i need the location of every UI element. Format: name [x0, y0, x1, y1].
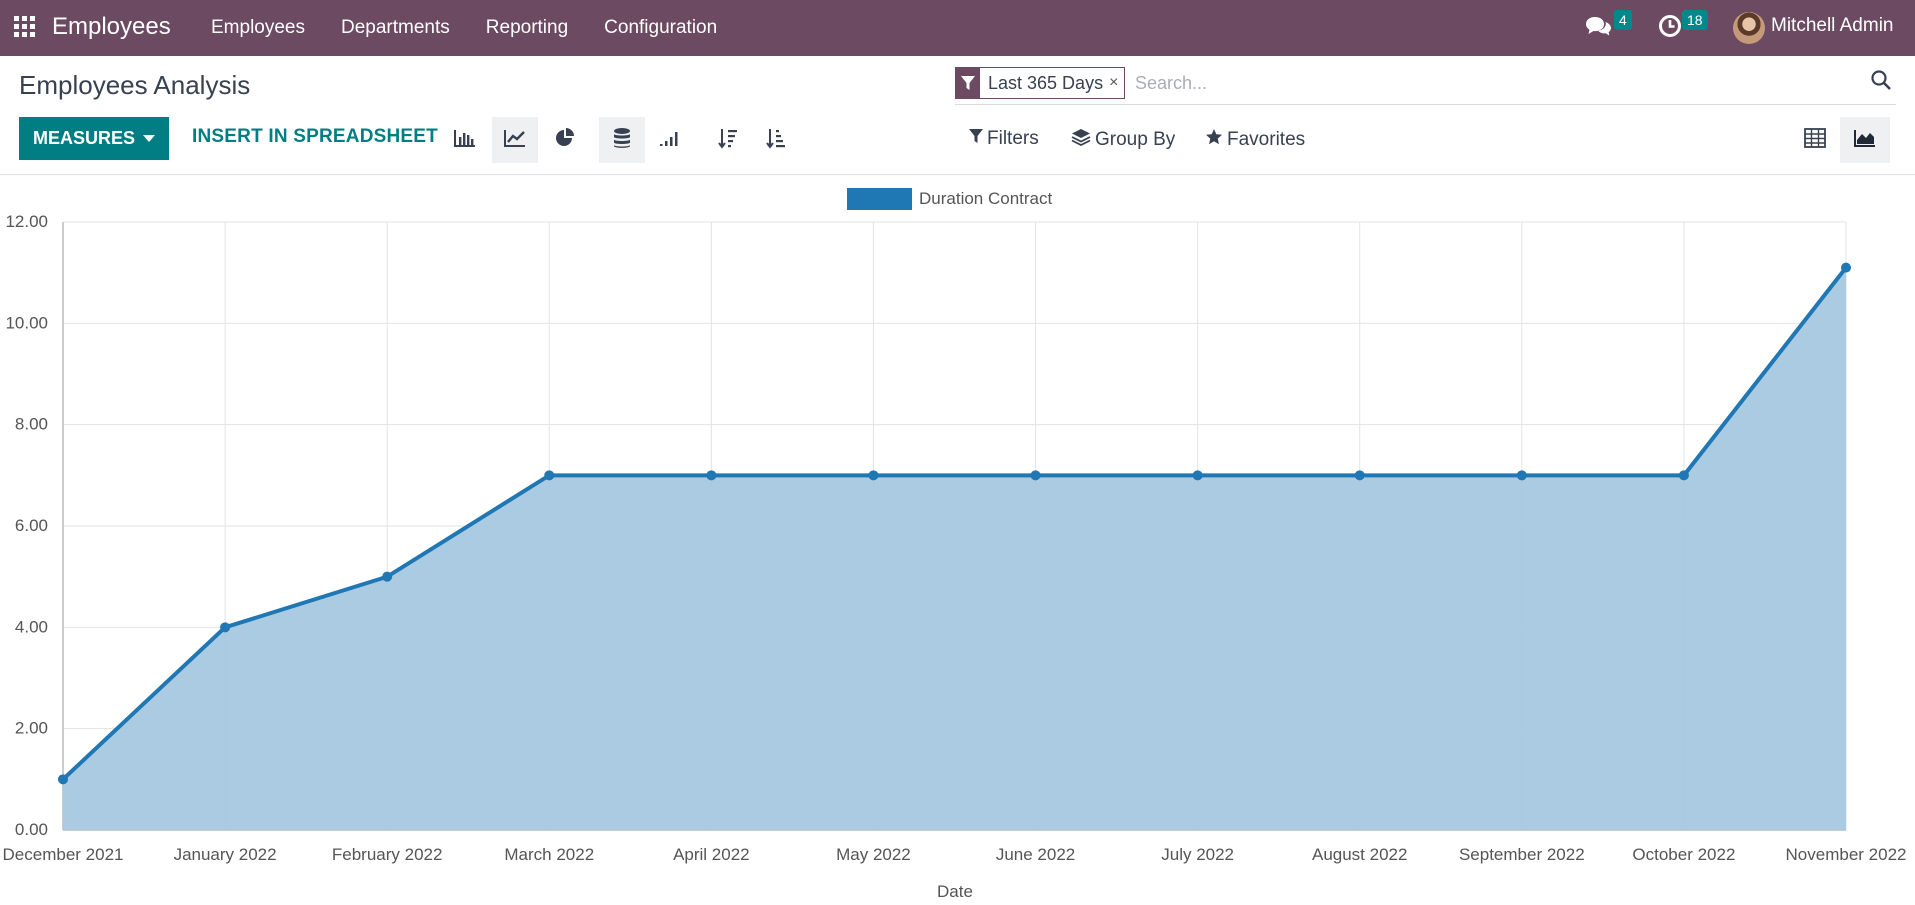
measures-button[interactable]: MEASURES [19, 117, 169, 160]
y-tick-label: 2.00 [15, 719, 48, 738]
favorites-label: Favorites [1227, 129, 1306, 150]
x-tick-label: November 2022 [1786, 845, 1907, 864]
legend-swatch[interactable] [847, 188, 912, 210]
data-point[interactable] [1354, 470, 1365, 481]
legend-label[interactable]: Duration Contract [919, 189, 1053, 208]
data-point[interactable] [58, 774, 68, 785]
search-input[interactable] [1133, 67, 1857, 99]
layers-icon [1071, 128, 1091, 152]
group-by-button[interactable]: Group By [1071, 128, 1175, 152]
favorites-button[interactable]: Favorites [1205, 128, 1305, 152]
sort-descending-button[interactable] [705, 117, 751, 163]
data-point[interactable] [706, 470, 717, 481]
table-grid-icon [1804, 127, 1826, 153]
data-point[interactable] [220, 622, 231, 633]
search-icon[interactable] [1870, 69, 1892, 96]
user-avatar[interactable] [1733, 12, 1765, 44]
search-facet-date[interactable]: Last 365 Days × [955, 67, 1126, 99]
facet-label: Last 365 Days [988, 73, 1104, 93]
sort-ascending-icon [765, 127, 787, 154]
app-title[interactable]: Employees [52, 13, 171, 41]
sort-ascending-button[interactable] [753, 117, 799, 163]
filter-icon [969, 128, 983, 150]
facet-remove-icon[interactable]: × [1109, 68, 1124, 98]
pie-chart-icon [554, 127, 576, 154]
graph-chart: 0.00 2.00 4.00 6.00 8.00 10.00 12.00 December … [3, 188, 1907, 901]
data-point[interactable] [1678, 470, 1689, 481]
x-tick-label: January 2022 [174, 845, 277, 864]
x-axis-title: Date [937, 882, 973, 901]
line-chart-button[interactable] [492, 117, 538, 163]
x-tick-label: July 2022 [1161, 845, 1234, 864]
y-tick-label: 12.00 [5, 212, 48, 231]
data-point[interactable] [544, 470, 555, 481]
cumulative-toggle-button[interactable] [647, 117, 693, 163]
star-icon [1205, 128, 1223, 152]
top-navbar: Employees Employees Departments Reportin… [0, 0, 1915, 56]
page-title: Employees Analysis [19, 70, 251, 100]
menu-item-configuration[interactable]: Configuration [586, 0, 735, 56]
x-tick-label: September 2022 [1459, 845, 1585, 864]
stacked-toggle-button[interactable] [599, 117, 645, 163]
menu-item-reporting[interactable]: Reporting [468, 0, 586, 56]
menu-item-employees[interactable]: Employees [193, 0, 323, 56]
y-tick-label: 4.00 [15, 617, 48, 636]
x-tick-label: May 2022 [836, 845, 911, 864]
data-point[interactable] [868, 470, 879, 481]
insert-in-spreadsheet-button[interactable]: INSERT IN SPREADSHEET [192, 126, 438, 148]
messages-badge: 4 [1614, 10, 1632, 30]
main-menu: Employees Departments Reporting Configur… [193, 0, 735, 56]
x-tick-label: August 2022 [1312, 845, 1407, 864]
activity-clock-icon[interactable] [1658, 14, 1682, 43]
sort-descending-icon [717, 127, 739, 154]
area-chart-icon [1853, 128, 1877, 153]
search-underline [955, 104, 1896, 105]
graph-view-button[interactable] [1840, 117, 1890, 163]
x-tick-label: December 2021 [3, 845, 124, 864]
line-chart-icon [503, 128, 527, 153]
data-point[interactable] [1192, 470, 1203, 481]
user-name[interactable]: Mitchell Admin [1771, 15, 1894, 37]
y-tick-label: 0.00 [15, 820, 48, 839]
menu-item-departments[interactable]: Departments [323, 0, 468, 56]
messages-icon[interactable] [1585, 14, 1613, 43]
data-point[interactable] [1030, 470, 1041, 481]
y-tick-label: 8.00 [15, 415, 48, 434]
activities-badge: 18 [1682, 10, 1708, 30]
filters-label: Filters [987, 128, 1039, 149]
filters-button[interactable]: Filters [969, 128, 1039, 150]
data-point[interactable] [1841, 262, 1851, 273]
x-tick-label: October 2022 [1632, 845, 1735, 864]
x-tick-label: June 2022 [996, 845, 1075, 864]
apps-menu-icon[interactable] [14, 16, 35, 37]
filter-icon [956, 68, 980, 98]
y-tick-label: 6.00 [15, 516, 48, 535]
database-stack-icon [612, 127, 632, 154]
measures-label: MEASURES [32, 128, 135, 148]
pie-chart-button[interactable] [542, 117, 588, 163]
series-area [63, 267, 1846, 831]
data-point[interactable] [382, 571, 393, 582]
bar-chart-icon [453, 128, 477, 153]
bar-chart-button[interactable] [442, 117, 488, 163]
group-by-label: Group By [1095, 129, 1176, 150]
pivot-view-button[interactable] [1790, 117, 1840, 163]
x-tick-label: March 2022 [504, 845, 594, 864]
caret-down-icon [143, 135, 155, 142]
y-tick-label: 10.00 [5, 313, 48, 332]
signal-bars-icon [658, 128, 682, 153]
x-tick-label: April 2022 [673, 845, 750, 864]
data-point[interactable] [1516, 470, 1527, 481]
x-tick-label: February 2022 [332, 845, 443, 864]
